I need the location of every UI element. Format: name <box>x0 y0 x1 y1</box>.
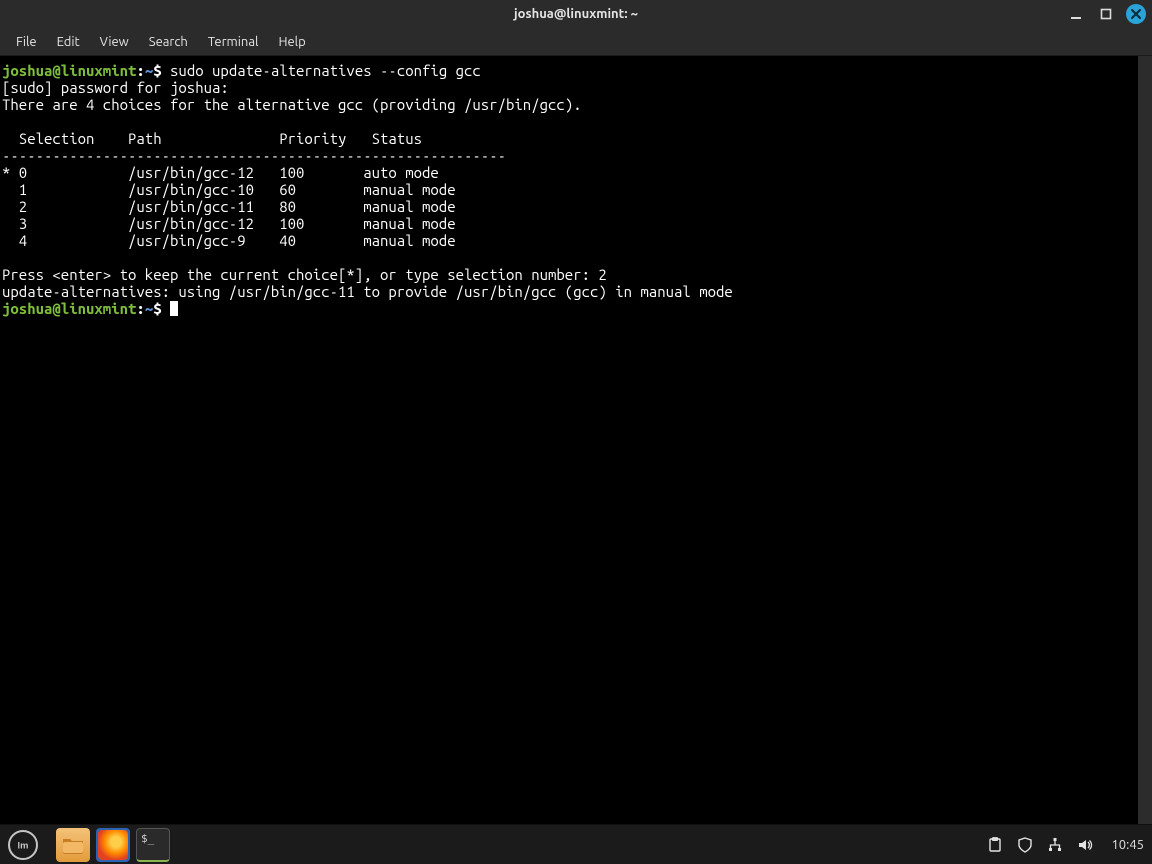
shield-icon[interactable] <box>1016 836 1034 854</box>
menu-search[interactable]: Search <box>139 31 198 53</box>
firefox-app-icon[interactable] <box>96 828 130 862</box>
prompt-dollar: $ <box>153 62 161 79</box>
output-row-3: 3 /usr/bin/gcc-12 100 manual mode <box>2 215 456 232</box>
output-press: Press <enter> to keep the current choice… <box>2 266 607 283</box>
volume-icon[interactable] <box>1076 836 1094 854</box>
start-menu-button[interactable]: lm <box>8 830 38 860</box>
menu-file[interactable]: File <box>6 31 47 53</box>
output-header: Selection Path Priority Status <box>2 130 422 147</box>
output-result: update-alternatives: using /usr/bin/gcc-… <box>2 283 733 300</box>
menu-view[interactable]: View <box>90 31 139 53</box>
terminal-output[interactable]: joshua@linuxmint:~$ sudo update-alternat… <box>0 56 1138 824</box>
output-row-0: * 0 /usr/bin/gcc-12 100 auto mode <box>2 164 439 181</box>
terminal-surface[interactable]: joshua@linuxmint:~$ sudo update-alternat… <box>0 56 1152 824</box>
taskbar-right: 10:45 <box>986 836 1144 854</box>
output-row-4: 4 /usr/bin/gcc-9 40 manual mode <box>2 232 456 249</box>
prompt-user-host-2: joshua@linuxmint <box>2 300 136 317</box>
window-title: joshua@linuxmint: ~ <box>514 7 638 21</box>
command-text: sudo update-alternatives --config gcc <box>170 62 481 79</box>
prompt-path-2: ~ <box>145 300 153 317</box>
svg-text:lm: lm <box>18 840 29 850</box>
terminal-scrollbar[interactable] <box>1138 56 1152 824</box>
close-button[interactable] <box>1126 4 1146 24</box>
taskbar: lm 10:45 <box>0 824 1152 864</box>
text-cursor <box>170 301 178 316</box>
menu-bar: File Edit View Search Terminal Help <box>0 28 1152 56</box>
prompt-dollar-2: $ <box>153 300 161 317</box>
menu-edit[interactable]: Edit <box>47 31 90 53</box>
output-sep: ----------------------------------------… <box>2 147 506 164</box>
files-app-icon[interactable] <box>56 828 90 862</box>
network-icon[interactable] <box>1046 836 1064 854</box>
window-controls <box>1066 0 1146 28</box>
minimize-button[interactable] <box>1066 4 1086 24</box>
prompt-user-host: joshua@linuxmint <box>2 62 136 79</box>
menu-help[interactable]: Help <box>268 31 315 53</box>
output-row-1: 1 /usr/bin/gcc-10 60 manual mode <box>2 181 456 198</box>
maximize-button[interactable] <box>1096 4 1116 24</box>
taskbar-clock[interactable]: 10:45 <box>1106 838 1144 852</box>
output-row-2: 2 /usr/bin/gcc-11 80 manual mode <box>2 198 456 215</box>
clipboard-icon[interactable] <box>986 836 1004 854</box>
taskbar-left: lm <box>8 828 170 862</box>
prompt-colon: : <box>136 62 144 79</box>
output-choices: There are 4 choices for the alternative … <box>2 96 582 113</box>
prompt-path: ~ <box>145 62 153 79</box>
terminal-app-icon[interactable] <box>136 828 170 862</box>
menu-terminal[interactable]: Terminal <box>198 31 269 53</box>
title-bar: joshua@linuxmint: ~ <box>0 0 1152 28</box>
output-sudo: [sudo] password for joshua: <box>2 79 237 96</box>
